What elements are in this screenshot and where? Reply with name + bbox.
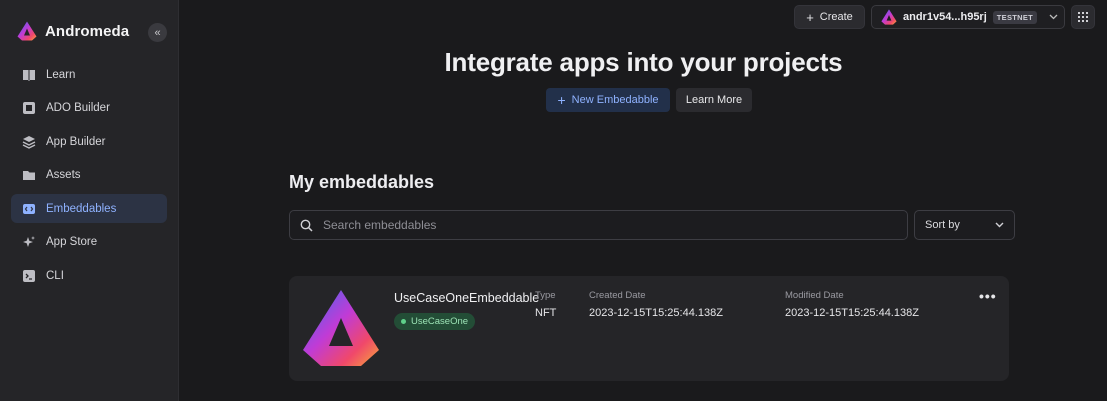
modified-date-value: 2023-12-15T15:25:44.138Z	[785, 307, 919, 319]
double-chevron-left-icon[interactable]: «	[148, 23, 167, 42]
more-options-icon[interactable]: •••	[979, 288, 997, 304]
embeddable-name: UseCaseOneEmbeddable	[394, 291, 540, 305]
sidebar-item-label: CLI	[46, 270, 64, 283]
new-embeddable-button[interactable]: + New Embedabble	[546, 88, 670, 112]
sidebar-item-label: Embeddables	[46, 202, 117, 215]
sidebar-item-label: Learn	[46, 68, 76, 81]
sidebar-item-assets[interactable]: Assets	[11, 161, 167, 190]
sidebar-item-cli[interactable]: CLI	[11, 262, 167, 291]
ado-builder-icon	[22, 101, 36, 115]
sidebar: Andromeda « Learn ADO Builder App Builde…	[0, 0, 179, 401]
created-date-label: Created Date	[589, 290, 646, 301]
sidebar-item-label: App Store	[46, 236, 98, 249]
apps-grid-button[interactable]	[1071, 5, 1095, 29]
page-title: Integrate apps into your projects	[444, 47, 843, 77]
learn-more-button[interactable]: Learn More	[676, 88, 752, 112]
chevron-down-icon	[1049, 12, 1058, 22]
sidebar-item-ado-builder[interactable]: ADO Builder	[11, 94, 167, 123]
plus-icon: +	[806, 9, 814, 25]
embed-icon	[22, 202, 36, 216]
create-button[interactable]: + Create	[794, 5, 865, 29]
terminal-icon	[22, 269, 36, 283]
embeddable-card[interactable]: UseCaseOneEmbeddable UseCaseOne Type NFT…	[289, 276, 1009, 381]
sparkle-icon	[22, 235, 36, 249]
app-name: Andromeda	[45, 22, 130, 40]
sidebar-item-app-builder[interactable]: App Builder	[11, 127, 167, 156]
sort-label: Sort by	[925, 219, 960, 231]
folder-icon	[22, 168, 36, 182]
sort-select[interactable]: Sort by	[914, 210, 1015, 240]
book-icon	[22, 68, 36, 82]
sidebar-item-app-store[interactable]: App Store	[11, 228, 167, 257]
type-value: NFT	[535, 307, 557, 319]
wallet-button[interactable]: andr1v54...h95rj TESTNET	[871, 5, 1065, 29]
andromeda-logo-icon	[17, 21, 37, 41]
andromeda-chain-icon	[881, 9, 897, 25]
chevron-down-icon	[995, 222, 1004, 228]
sidebar-item-label: ADO Builder	[46, 102, 110, 115]
embeddable-tag: UseCaseOne	[394, 313, 476, 330]
section-title: My embeddables	[289, 172, 435, 192]
new-embeddable-label: New Embedabble	[571, 94, 659, 106]
sidebar-item-learn[interactable]: Learn	[11, 60, 167, 89]
network-badge: TESTNET	[992, 10, 1038, 24]
embeddable-tag-label: UseCaseOne	[411, 316, 469, 327]
sidebar-item-label: Assets	[46, 169, 81, 182]
sidebar-nav: Learn ADO Builder App Builder Assets Emb…	[11, 60, 167, 295]
status-dot-icon	[401, 319, 406, 324]
grid-icon	[1078, 12, 1088, 22]
plus-icon: +	[557, 92, 566, 108]
layers-icon	[22, 135, 36, 149]
wallet-address: andr1v54...h95rj	[903, 11, 987, 23]
embeddable-logo-icon	[303, 290, 379, 366]
sidebar-item-label: App Builder	[46, 135, 106, 148]
modified-date-label: Modified Date	[785, 290, 844, 301]
sidebar-item-embeddables[interactable]: Embeddables	[11, 194, 167, 224]
brand[interactable]: Andromeda	[17, 21, 129, 41]
search-input[interactable]	[323, 218, 883, 232]
type-label: Type	[535, 290, 556, 301]
search-box	[289, 210, 908, 240]
created-date-value: 2023-12-15T15:25:44.138Z	[589, 307, 723, 319]
search-icon	[300, 219, 313, 232]
create-label: Create	[819, 11, 853, 23]
